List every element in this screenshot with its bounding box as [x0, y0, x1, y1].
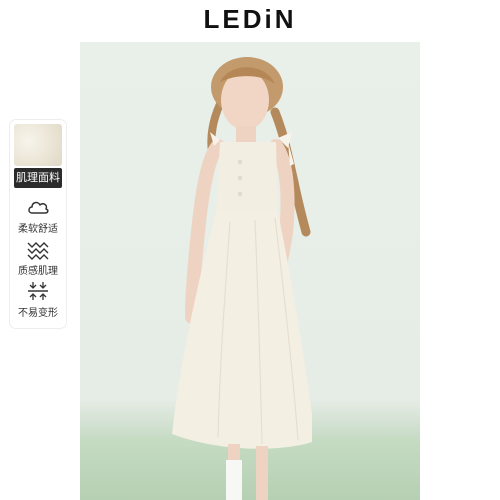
- feature-texture: 质感肌理: [10, 238, 66, 277]
- zigzag-texture-icon: [27, 242, 49, 260]
- fabric-swatch: [14, 124, 62, 166]
- feature-label: 不易变形: [18, 308, 58, 319]
- stretch-arrows-icon: [28, 282, 48, 300]
- feature-label: 质感肌理: [18, 266, 58, 277]
- feature-label: 柔软舒适: [18, 224, 58, 235]
- model-figure: [172, 57, 312, 500]
- cloud-icon: [28, 201, 49, 214]
- feature-sidebar: 肌理面料 柔软舒适 质感肌理 不易变形: [10, 120, 66, 328]
- feature-shape: 不易变形: [10, 280, 66, 319]
- brand-logo: LEDiN: [203, 4, 297, 34]
- product-photo[interactable]: [80, 42, 420, 500]
- feature-soft: 柔软舒适: [10, 196, 66, 235]
- fabric-badge: 肌理面料: [14, 168, 62, 188]
